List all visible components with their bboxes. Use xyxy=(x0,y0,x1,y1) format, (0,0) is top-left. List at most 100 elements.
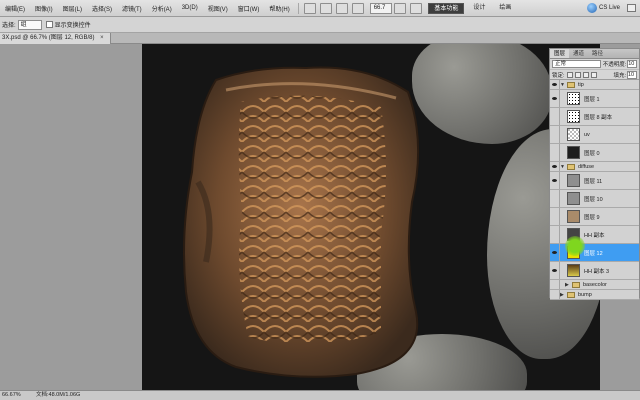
menu-3d[interactable]: 3D(D) xyxy=(177,5,203,11)
layer-row[interactable]: 图层 8 副本 xyxy=(550,108,639,126)
visibility-toggle[interactable] xyxy=(550,244,560,261)
hand-tool-icon[interactable] xyxy=(335,2,348,14)
blend-row: 正常 不透明度: 10 xyxy=(550,59,639,70)
lock-all-icon[interactable] xyxy=(590,71,597,78)
visibility-toggle[interactable] xyxy=(550,262,560,279)
menu-layer[interactable]: 图层(L) xyxy=(58,4,87,13)
layer-row-selected[interactable]: 图层 12 xyxy=(550,244,639,262)
expand-arrow-icon[interactable]: ▶ xyxy=(565,282,572,288)
layer-thumbnail xyxy=(567,210,580,223)
minibridge-icon[interactable] xyxy=(319,2,332,14)
visibility-toggle[interactable] xyxy=(550,144,560,161)
layer-row[interactable]: 图层 0 xyxy=(550,144,639,162)
menu-select[interactable]: 选择(S) xyxy=(87,4,117,13)
visibility-toggle[interactable] xyxy=(550,226,560,243)
lock-position-icon[interactable] xyxy=(582,71,589,78)
lock-row: 锁定: 填充: 10 xyxy=(550,70,639,80)
visibility-toggle[interactable] xyxy=(550,162,560,171)
lock-pixels-icon[interactable] xyxy=(574,71,581,78)
bridge-icon[interactable] xyxy=(303,2,316,14)
status-bar: 66.67% 文档:48.0M/1.06G xyxy=(0,390,640,400)
lock-label: 锁定: xyxy=(552,72,565,79)
opacity-input[interactable]: 10 xyxy=(627,60,637,68)
status-zoom[interactable]: 66.67% xyxy=(2,391,21,400)
auto-select-dropdown[interactable]: 组 xyxy=(17,19,42,30)
menu-edit[interactable]: 编辑(E) xyxy=(0,4,30,13)
layer-name: 图层 12 xyxy=(584,250,603,257)
visibility-toggle[interactable] xyxy=(550,208,560,225)
visibility-toggle[interactable] xyxy=(550,80,560,89)
eye-icon xyxy=(552,269,557,272)
layer-thumbnail xyxy=(567,146,580,159)
layer-group-basecolor[interactable]: ▶ basecolor xyxy=(550,280,639,290)
layer-name: HH 副本 xyxy=(584,232,605,239)
close-icon[interactable]: × xyxy=(100,35,104,41)
layer-group-tip[interactable]: ▼ tip xyxy=(550,80,639,90)
minimize-button[interactable] xyxy=(627,4,636,12)
visibility-toggle[interactable] xyxy=(550,108,560,125)
tab-layers[interactable]: 图层 xyxy=(550,49,570,58)
folder-icon xyxy=(567,291,575,298)
eye-icon xyxy=(552,179,557,182)
visibility-toggle[interactable] xyxy=(550,90,560,107)
panel-tabs: 图层 通道 路径 xyxy=(550,49,639,59)
tab-channels[interactable]: 通道 xyxy=(569,49,588,58)
eye-icon xyxy=(552,251,557,254)
lock-transparency-icon[interactable] xyxy=(566,71,573,78)
menu-window[interactable]: 窗口(W) xyxy=(233,4,265,13)
layer-name: 图层 1 xyxy=(584,96,600,103)
layer-group-diffuse[interactable]: ▼ diffuse xyxy=(550,162,639,172)
layer-name: 图层 0 xyxy=(584,150,600,157)
zoom-level-select[interactable]: 66.7 xyxy=(369,2,393,14)
layer-name: 图层 9 xyxy=(584,214,600,221)
screen-mode-icon[interactable] xyxy=(410,2,423,14)
layer-name: 图层 10 xyxy=(584,196,603,203)
layer-row[interactable]: 图层 10 xyxy=(550,190,639,208)
shield-texture xyxy=(183,66,420,378)
menu-help[interactable]: 帮助(H) xyxy=(264,4,294,13)
visibility-toggle[interactable] xyxy=(550,172,560,189)
menu-analysis[interactable]: 分析(A) xyxy=(147,4,177,13)
layer-row[interactable]: HH 副本 xyxy=(550,226,639,244)
menu-filter[interactable]: 滤镜(T) xyxy=(117,4,147,13)
expand-arrow-icon[interactable]: ▶ xyxy=(560,292,567,298)
expand-arrow-icon[interactable]: ▼ xyxy=(560,164,567,170)
tab-paths[interactable]: 路径 xyxy=(588,49,607,58)
layer-group-label: basecolor xyxy=(583,281,607,288)
document-tab[interactable]: 3X.psd @ 66.7% (图层 12, RGB/8) × xyxy=(0,33,111,44)
menu-separator xyxy=(297,2,299,14)
document-tab-label: 3X.psd @ 66.7% (图层 12, RGB/8) xyxy=(2,35,95,41)
blend-mode-select[interactable]: 正常 xyxy=(552,60,601,68)
workspace-design-button[interactable]: 设计 xyxy=(468,3,490,14)
workspace-painting-button[interactable]: 绘画 xyxy=(494,3,516,14)
expand-arrow-icon[interactable]: ▼ xyxy=(560,82,567,88)
visibility-toggle[interactable] xyxy=(550,190,560,207)
layer-name: 图层 8 副本 xyxy=(584,114,613,121)
cs-live-icon xyxy=(586,3,597,13)
show-transform-checkbox[interactable] xyxy=(45,21,53,28)
layer-name: 图层 11 xyxy=(584,178,603,185)
menu-view[interactable]: 视图(V) xyxy=(203,4,233,13)
fill-input[interactable]: 10 xyxy=(627,70,637,79)
cs-live[interactable]: CS Live xyxy=(586,3,620,13)
layer-group-bump[interactable]: ▶ bump xyxy=(550,290,639,300)
layer-thumbnail xyxy=(567,110,580,123)
visibility-toggle[interactable] xyxy=(550,290,560,299)
document-canvas[interactable] xyxy=(142,44,600,390)
workspace-essentials-button[interactable]: 基本功能 xyxy=(428,2,465,14)
layer-list: ▼ tip 图层 1 图层 8 副本 uv 图层 0 ▼ diffuse 图层 … xyxy=(550,80,639,300)
layer-thumbnail xyxy=(567,174,580,187)
visibility-toggle[interactable] xyxy=(550,280,560,289)
layer-group-label: bump xyxy=(578,291,592,298)
menu-image[interactable]: 图像(I) xyxy=(30,4,58,13)
show-transform-label: 显示变换控件 xyxy=(54,23,91,29)
eye-icon xyxy=(552,165,557,168)
visibility-toggle[interactable] xyxy=(550,126,560,143)
zoom-tool-icon[interactable] xyxy=(351,2,364,14)
layer-row[interactable]: HH 副本 3 xyxy=(550,262,639,280)
layer-row[interactable]: 图层 1 xyxy=(550,90,639,108)
layer-row[interactable]: 图层 11 xyxy=(550,172,639,190)
layer-row[interactable]: uv xyxy=(550,126,639,144)
arrange-documents-icon[interactable] xyxy=(394,2,407,14)
layer-row[interactable]: 图层 9 xyxy=(550,208,639,226)
